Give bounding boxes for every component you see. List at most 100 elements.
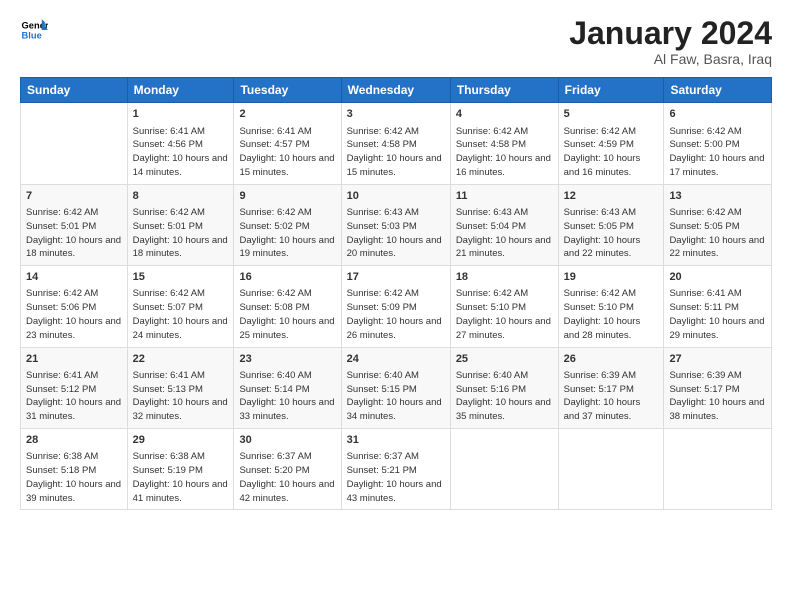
calendar-cell: 6 Sunrise: 6:42 AMSunset: 5:00 PMDaylight… — [664, 103, 772, 184]
calendar-cell: 15Sunrise: 6:42 AMSunset: 5:07 PMDayligh… — [127, 266, 234, 347]
calendar-cell: 17 Sunrise: 6:42 AMSunset: 5:09 PMDayligh… — [341, 266, 450, 347]
calendar-page: General Blue January 2024 Al Faw, Basra,… — [0, 0, 792, 612]
header: General Blue January 2024 Al Faw, Basra,… — [20, 16, 772, 67]
day-number: 20 — [669, 270, 766, 285]
day-info: Sunrise: 6:38 AMSunset: 5:18 PMDaylight:… — [26, 450, 122, 505]
day-number: 15 — [133, 270, 229, 285]
calendar-cell: 3 Sunrise: 6:42 AMSunset: 4:58 PMDaylight… — [341, 103, 450, 184]
day-number: 18 — [456, 270, 553, 285]
day-number: 10 — [347, 189, 445, 204]
calendar-table: SundayMondayTuesdayWednesdayThursdayFrid… — [20, 77, 772, 510]
day-info: Sunrise: 6:40 AMSunset: 5:15 PMDaylight:… — [347, 369, 445, 424]
title-block: January 2024 Al Faw, Basra, Iraq — [569, 16, 772, 67]
day-number: 23 — [239, 352, 335, 367]
day-info: Sunrise: 6:41 AMSunset: 5:13 PMDaylight:… — [133, 369, 229, 424]
day-number: 14 — [26, 270, 122, 285]
day-number: 25 — [456, 352, 553, 367]
day-info: Sunrise: 6:42 AMSunset: 5:05 PMDaylight:… — [669, 206, 766, 261]
day-info: Sunrise: 6:42 AMSunset: 4:58 PMDaylight:… — [347, 125, 445, 180]
calendar-cell — [664, 429, 772, 510]
day-number: 11 — [456, 189, 553, 204]
day-info: Sunrise: 6:43 AMSunset: 5:04 PMDaylight:… — [456, 206, 553, 261]
calendar-cell: 22 Sunrise: 6:41 AMSunset: 5:13 PMDayligh… — [127, 347, 234, 428]
calendar-cell: 8Sunrise: 6:42 AMSunset: 5:01 PMDaylight… — [127, 184, 234, 265]
day-info: Sunrise: 6:42 AMSunset: 4:58 PMDaylight:… — [456, 125, 553, 180]
svg-text:Blue: Blue — [22, 31, 42, 41]
location: Al Faw, Basra, Iraq — [569, 51, 772, 67]
calendar-cell — [450, 429, 558, 510]
calendar-cell: 20Sunrise: 6:41 AMSunset: 5:11 PMDayligh… — [664, 266, 772, 347]
day-info: Sunrise: 6:42 AMSunset: 4:59 PMDaylight:… — [564, 125, 659, 180]
day-number: 16 — [239, 270, 335, 285]
day-number: 1 — [133, 107, 229, 122]
calendar-cell: 30 Sunrise: 6:37 AMSunset: 5:20 PMDayligh… — [234, 429, 341, 510]
header-row: SundayMondayTuesdayWednesdayThursdayFrid… — [21, 78, 772, 103]
day-number: 6 — [669, 107, 766, 122]
day-number: 17 — [347, 270, 445, 285]
calendar-cell: 24 Sunrise: 6:40 AMSunset: 5:15 PMDayligh… — [341, 347, 450, 428]
calendar-cell: 14 Sunrise: 6:42 AMSunset: 5:06 PMDayligh… — [21, 266, 128, 347]
day-info: Sunrise: 6:41 AMSunset: 5:12 PMDaylight:… — [26, 369, 122, 424]
day-info: Sunrise: 6:41 AMSunset: 4:57 PMDaylight:… — [239, 125, 335, 180]
day-number: 22 — [133, 352, 229, 367]
day-info: Sunrise: 6:42 AMSunset: 5:06 PMDaylight:… — [26, 287, 122, 342]
day-info: Sunrise: 6:39 AMSunset: 5:17 PMDaylight:… — [669, 369, 766, 424]
day-info: Sunrise: 6:40 AMSunset: 5:16 PMDaylight:… — [456, 369, 553, 424]
day-info: Sunrise: 6:37 AMSunset: 5:20 PMDaylight:… — [239, 450, 335, 505]
day-number: 27 — [669, 352, 766, 367]
day-info: Sunrise: 6:42 AMSunset: 5:10 PMDaylight:… — [564, 287, 659, 342]
day-info: Sunrise: 6:38 AMSunset: 5:19 PMDaylight:… — [133, 450, 229, 505]
col-header-saturday: Saturday — [664, 78, 772, 103]
calendar-cell: 9Sunrise: 6:42 AMSunset: 5:02 PMDaylight… — [234, 184, 341, 265]
day-number: 9 — [239, 189, 335, 204]
day-info: Sunrise: 6:42 AMSunset: 5:09 PMDaylight:… — [347, 287, 445, 342]
calendar-cell: 11 Sunrise: 6:43 AMSunset: 5:04 PMDayligh… — [450, 184, 558, 265]
calendar-cell: 28 Sunrise: 6:38 AMSunset: 5:18 PMDayligh… — [21, 429, 128, 510]
day-number: 26 — [564, 352, 659, 367]
calendar-cell: 13 Sunrise: 6:42 AMSunset: 5:05 PMDayligh… — [664, 184, 772, 265]
day-info: Sunrise: 6:43 AMSunset: 5:05 PMDaylight:… — [564, 206, 659, 261]
calendar-cell: 16 Sunrise: 6:42 AMSunset: 5:08 PMDayligh… — [234, 266, 341, 347]
calendar-cell: 2Sunrise: 6:41 AMSunset: 4:57 PMDaylight… — [234, 103, 341, 184]
week-row-5: 28 Sunrise: 6:38 AMSunset: 5:18 PMDayligh… — [21, 429, 772, 510]
week-row-2: 7Sunrise: 6:42 AMSunset: 5:01 PMDaylight… — [21, 184, 772, 265]
day-number: 21 — [26, 352, 122, 367]
day-info: Sunrise: 6:37 AMSunset: 5:21 PMDaylight:… — [347, 450, 445, 505]
day-number: 13 — [669, 189, 766, 204]
calendar-cell: 31Sunrise: 6:37 AMSunset: 5:21 PMDayligh… — [341, 429, 450, 510]
calendar-cell: 23Sunrise: 6:40 AMSunset: 5:14 PMDayligh… — [234, 347, 341, 428]
day-number: 4 — [456, 107, 553, 122]
col-header-tuesday: Tuesday — [234, 78, 341, 103]
day-number: 5 — [564, 107, 659, 122]
calendar-cell: 5 Sunrise: 6:42 AMSunset: 4:59 PMDaylight… — [558, 103, 664, 184]
calendar-cell: 26 Sunrise: 6:39 AMSunset: 5:17 PMDayligh… — [558, 347, 664, 428]
day-info: Sunrise: 6:41 AMSunset: 4:56 PMDaylight:… — [133, 125, 229, 180]
calendar-cell: 4 Sunrise: 6:42 AMSunset: 4:58 PMDaylight… — [450, 103, 558, 184]
calendar-cell: 29 Sunrise: 6:38 AMSunset: 5:19 PMDayligh… — [127, 429, 234, 510]
calendar-cell: 21 Sunrise: 6:41 AMSunset: 5:12 PMDayligh… — [21, 347, 128, 428]
col-header-monday: Monday — [127, 78, 234, 103]
col-header-sunday: Sunday — [21, 78, 128, 103]
calendar-cell — [558, 429, 664, 510]
day-number: 24 — [347, 352, 445, 367]
day-number: 3 — [347, 107, 445, 122]
day-info: Sunrise: 6:42 AMSunset: 5:01 PMDaylight:… — [26, 206, 122, 261]
day-info: Sunrise: 6:42 AMSunset: 5:10 PMDaylight:… — [456, 287, 553, 342]
calendar-cell: 27 Sunrise: 6:39 AMSunset: 5:17 PMDayligh… — [664, 347, 772, 428]
calendar-cell: 1 Sunrise: 6:41 AMSunset: 4:56 PMDaylight… — [127, 103, 234, 184]
week-row-3: 14 Sunrise: 6:42 AMSunset: 5:06 PMDayligh… — [21, 266, 772, 347]
calendar-cell — [21, 103, 128, 184]
month-title: January 2024 — [569, 16, 772, 51]
day-info: Sunrise: 6:42 AMSunset: 5:08 PMDaylight:… — [239, 287, 335, 342]
day-info: Sunrise: 6:43 AMSunset: 5:03 PMDaylight:… — [347, 206, 445, 261]
day-number: 28 — [26, 433, 122, 448]
day-info: Sunrise: 6:42 AMSunset: 5:00 PMDaylight:… — [669, 125, 766, 180]
day-number: 30 — [239, 433, 335, 448]
calendar-cell: 18 Sunrise: 6:42 AMSunset: 5:10 PMDayligh… — [450, 266, 558, 347]
day-number: 29 — [133, 433, 229, 448]
calendar-cell: 12Sunrise: 6:43 AMSunset: 5:05 PMDayligh… — [558, 184, 664, 265]
day-info: Sunrise: 6:39 AMSunset: 5:17 PMDaylight:… — [564, 369, 659, 424]
col-header-friday: Friday — [558, 78, 664, 103]
calendar-cell: 7Sunrise: 6:42 AMSunset: 5:01 PMDaylight… — [21, 184, 128, 265]
logo-icon: General Blue — [20, 16, 48, 44]
